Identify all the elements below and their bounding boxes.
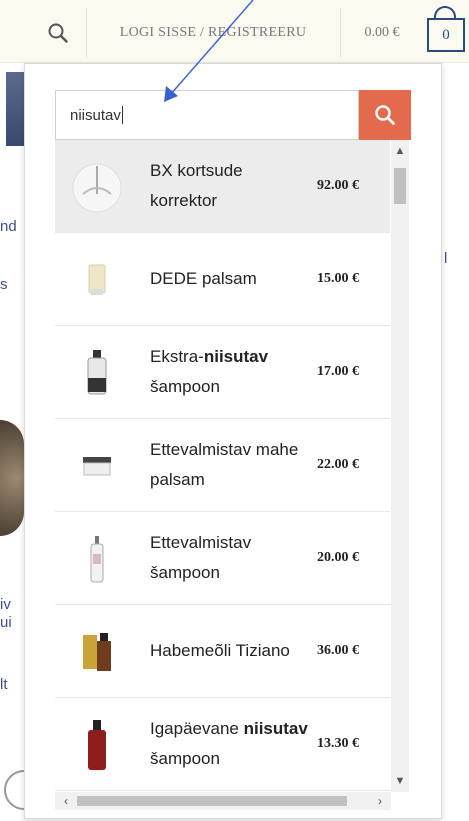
product-name: BX kortsude korrektor <box>150 161 243 210</box>
background-thumbnail <box>6 72 24 146</box>
product-price: 36.00 € <box>317 643 359 658</box>
background-text: ui <box>0 614 12 631</box>
search-result-item[interactable]: Ekstra-niisutav šampoon 17.00 € <box>55 326 390 419</box>
horizontal-scrollbar[interactable]: ‹ › <box>55 792 391 810</box>
text-cursor <box>121 106 123 124</box>
search-input[interactable]: niisutav <box>55 90 359 140</box>
product-image <box>69 437 125 493</box>
product-name: Igapäevane niisutav šampoon <box>150 719 308 768</box>
search-result-item[interactable]: Habemeõli Tiziano 36.00 € <box>55 605 390 698</box>
search-icon <box>375 105 395 125</box>
search-input-value: niisutav <box>70 106 121 124</box>
vertical-scrollbar[interactable]: ▲ ▼ <box>391 140 409 792</box>
search-dropdown: niisutav BX kortsude korrektor 92.00 € D… <box>24 63 442 819</box>
cart-total[interactable]: 0.00 € <box>340 8 424 58</box>
product-name: Ettevalmistav šampoon <box>150 533 252 582</box>
background-text: iv <box>0 596 11 613</box>
search-result-item[interactable]: Ettevalmistav šampoon 20.00 € <box>55 512 390 605</box>
scroll-left-arrow-icon[interactable]: ‹ <box>57 792 75 810</box>
product-name: Ettevalmistav mahe palsam <box>150 440 299 489</box>
product-image <box>69 251 125 307</box>
scroll-down-arrow-icon[interactable]: ▼ <box>391 772 409 790</box>
product-image <box>69 158 125 214</box>
background-text: s <box>0 276 8 293</box>
login-register-link[interactable]: LOGI SISSE / REGISTREERU <box>86 8 341 58</box>
product-image <box>69 530 125 586</box>
cart-count-badge[interactable]: 0 <box>427 18 465 52</box>
search-result-item[interactable]: Ettevalmistav mahe palsam 22.00 € <box>55 419 390 512</box>
product-price: 20.00 € <box>317 550 359 565</box>
search-result-item[interactable]: DEDE palsam 15.00 € <box>55 233 390 326</box>
scrollbar-thumb[interactable] <box>77 796 347 806</box>
product-name: Habemeõli Tiziano <box>150 641 290 660</box>
background-text: lt <box>0 676 8 693</box>
search-toggle-button[interactable] <box>30 8 87 58</box>
product-price: 92.00 € <box>317 178 359 193</box>
product-image <box>69 716 125 772</box>
product-name: DEDE palsam <box>150 269 257 288</box>
search-submit-button[interactable] <box>359 90 411 140</box>
background-product-image <box>0 420 24 536</box>
search-result-item[interactable]: Igapäevane niisutav šampoon 13.30 € <box>55 698 390 791</box>
background-text: nd <box>0 218 17 235</box>
scroll-right-arrow-icon[interactable]: › <box>371 792 389 810</box>
product-price: 22.00 € <box>317 457 359 472</box>
search-results-list: BX kortsude korrektor 92.00 € DEDE palsa… <box>55 140 390 792</box>
search-icon <box>48 23 68 43</box>
background-text: l <box>444 250 448 267</box>
product-price: 13.30 € <box>317 736 359 751</box>
top-bar: LOGI SISSE / REGISTREERU 0.00 € 0 <box>0 0 469 63</box>
search-result-item[interactable]: BX kortsude korrektor 92.00 € <box>55 140 390 233</box>
product-price: 17.00 € <box>317 364 359 379</box>
scroll-up-arrow-icon[interactable]: ▲ <box>391 142 409 160</box>
scrollbar-thumb[interactable] <box>394 168 406 204</box>
product-image <box>69 344 125 400</box>
product-name: Ekstra-niisutav šampoon <box>150 347 269 396</box>
product-price: 15.00 € <box>317 271 359 286</box>
product-image <box>69 623 125 679</box>
